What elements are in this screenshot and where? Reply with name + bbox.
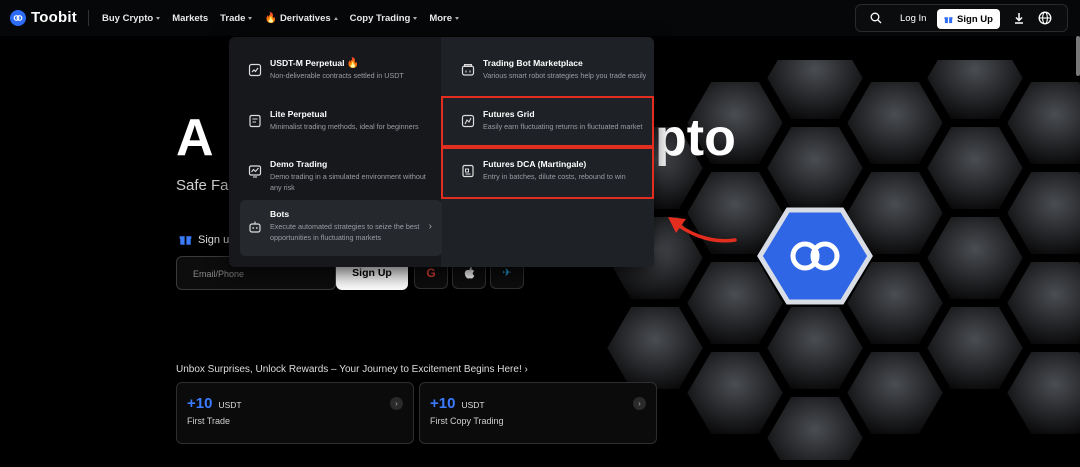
nav-label: Derivatives <box>279 12 331 24</box>
signup-button[interactable]: Sign Up <box>937 9 1000 29</box>
menu-item-desc: Various smart robot strategies help you … <box>483 71 647 80</box>
menu-item-lite-perpetual[interactable]: Lite Perpetual Minimalist trading method… <box>240 100 442 146</box>
nav-trade[interactable]: Trade <box>220 12 253 24</box>
nav-copy-trading[interactable]: Copy Trading <box>350 13 418 24</box>
reward-amount: +10 <box>187 395 213 412</box>
hero-headline-left: A <box>176 109 215 167</box>
apple-icon <box>464 266 474 279</box>
nav-buy-crypto[interactable]: Buy Crypto <box>102 12 161 24</box>
menu-item-demo-trading[interactable]: Demo Trading Demo trading in a simulated… <box>240 150 442 196</box>
chevron-right-icon: › <box>428 221 432 232</box>
menu-item-usdt-m-perpetual[interactable]: USDT-M Perpetual 🔥 Non-deliverable contr… <box>240 49 442 95</box>
nav-more[interactable]: More <box>429 12 460 24</box>
toobit-logo-icon <box>10 9 26 26</box>
reward-unit: USDT <box>218 400 242 410</box>
download-icon[interactable] <box>1013 12 1025 24</box>
menu-item-desc: Demo trading in a simulated environment … <box>270 172 426 192</box>
reward-card-first-copy-trading[interactable]: +10 USDT First Copy Trading › <box>419 382 657 444</box>
contract-icon <box>248 63 262 77</box>
highlight-box-futures-grid <box>441 96 654 147</box>
menu-item-trading-bot-marketplace[interactable]: Trading Bot Marketplace Various smart ro… <box>453 49 654 95</box>
robot-icon <box>249 221 261 233</box>
caret-down-icon <box>248 16 253 20</box>
menu-item-bots[interactable]: Bots Execute automated strategies to sei… <box>240 200 442 256</box>
reward-value: +10 USDT <box>430 395 485 412</box>
brand-name: Toobit <box>31 9 77 26</box>
menu-item-desc: Execute automated strategies to seize th… <box>270 222 420 242</box>
fire-icon: 🔥 <box>346 58 360 69</box>
marketplace-icon <box>461 64 475 76</box>
reward-label: First Trade <box>187 416 231 426</box>
nav-label: Markets <box>172 12 209 24</box>
menu-item-title: Lite Perpetual <box>270 109 327 119</box>
nav-label: Copy Trading <box>349 12 411 24</box>
promo-title[interactable]: Unbox Surprises, Unlock Rewards – Your J… <box>176 364 528 375</box>
google-icon: G <box>426 265 436 280</box>
nav-label: More <box>429 12 453 24</box>
top-navbar: Toobit Buy Crypto Markets Trade 🔥 Derivat… <box>0 0 1080 36</box>
telegram-icon: ✈ <box>502 267 512 279</box>
reward-label: First Copy Trading <box>430 416 504 426</box>
nav-derivatives[interactable]: 🔥 Derivatives <box>264 12 338 24</box>
brand-logo[interactable]: Toobit <box>10 9 77 26</box>
nav-label: Buy Crypto <box>102 12 154 24</box>
fire-icon: 🔥 <box>264 12 277 24</box>
menu-item-title: USDT-M Perpetual 🔥 <box>270 58 359 69</box>
reward-value: +10 USDT <box>187 395 242 412</box>
signup-label: Sign Up <box>957 13 993 25</box>
menu-item-desc: Minimalist trading methods, ideal for be… <box>270 122 419 131</box>
login-link[interactable]: Log In <box>900 13 926 24</box>
reward-unit: USDT <box>461 400 485 410</box>
promo-title-text: Unbox Surprises, Unlock Rewards – Your J… <box>176 364 522 375</box>
highlight-box-futures-dca <box>441 147 654 199</box>
menu-item-title: Trading Bot Marketplace <box>483 58 583 68</box>
annotation-arrow <box>668 217 737 243</box>
caret-down-icon <box>455 16 460 20</box>
document-chart-icon <box>249 114 261 128</box>
caret-up-icon <box>333 16 338 20</box>
demo-chart-icon <box>248 165 262 178</box>
chevron-right-icon[interactable]: › <box>390 397 403 410</box>
gift-icon <box>179 236 192 245</box>
signup-bonus-row: Sign up <box>179 233 235 246</box>
search-icon[interactable] <box>870 12 882 24</box>
nav-markets[interactable]: Markets <box>172 13 208 24</box>
nav-label: Trade <box>220 12 246 24</box>
chevron-right-icon[interactable]: › <box>633 397 646 410</box>
globe-icon[interactable] <box>1038 11 1052 25</box>
menu-item-title: Demo Trading <box>270 159 328 169</box>
hero-subline: Safe Fa <box>176 177 229 194</box>
caret-down-icon <box>413 16 418 20</box>
derivatives-dropdown-menu: USDT-M Perpetual 🔥 Non-deliverable contr… <box>229 37 654 267</box>
menu-item-title-text: USDT-M Perpetual <box>270 58 345 68</box>
nav-divider <box>88 10 89 26</box>
caret-down-icon <box>156 16 161 20</box>
reward-card-first-trade[interactable]: +10 USDT First Trade › <box>176 382 414 444</box>
nav-actions: Log In Sign Up <box>855 4 1068 32</box>
menu-item-title: Bots <box>270 209 290 219</box>
reward-amount: +10 <box>430 395 456 412</box>
hero-headline-right: pto <box>655 109 736 167</box>
menu-item-desc: Non-deliverable contracts settled in USD… <box>270 71 404 80</box>
chevron-right-icon: › <box>524 364 528 375</box>
gift-icon <box>944 16 953 23</box>
